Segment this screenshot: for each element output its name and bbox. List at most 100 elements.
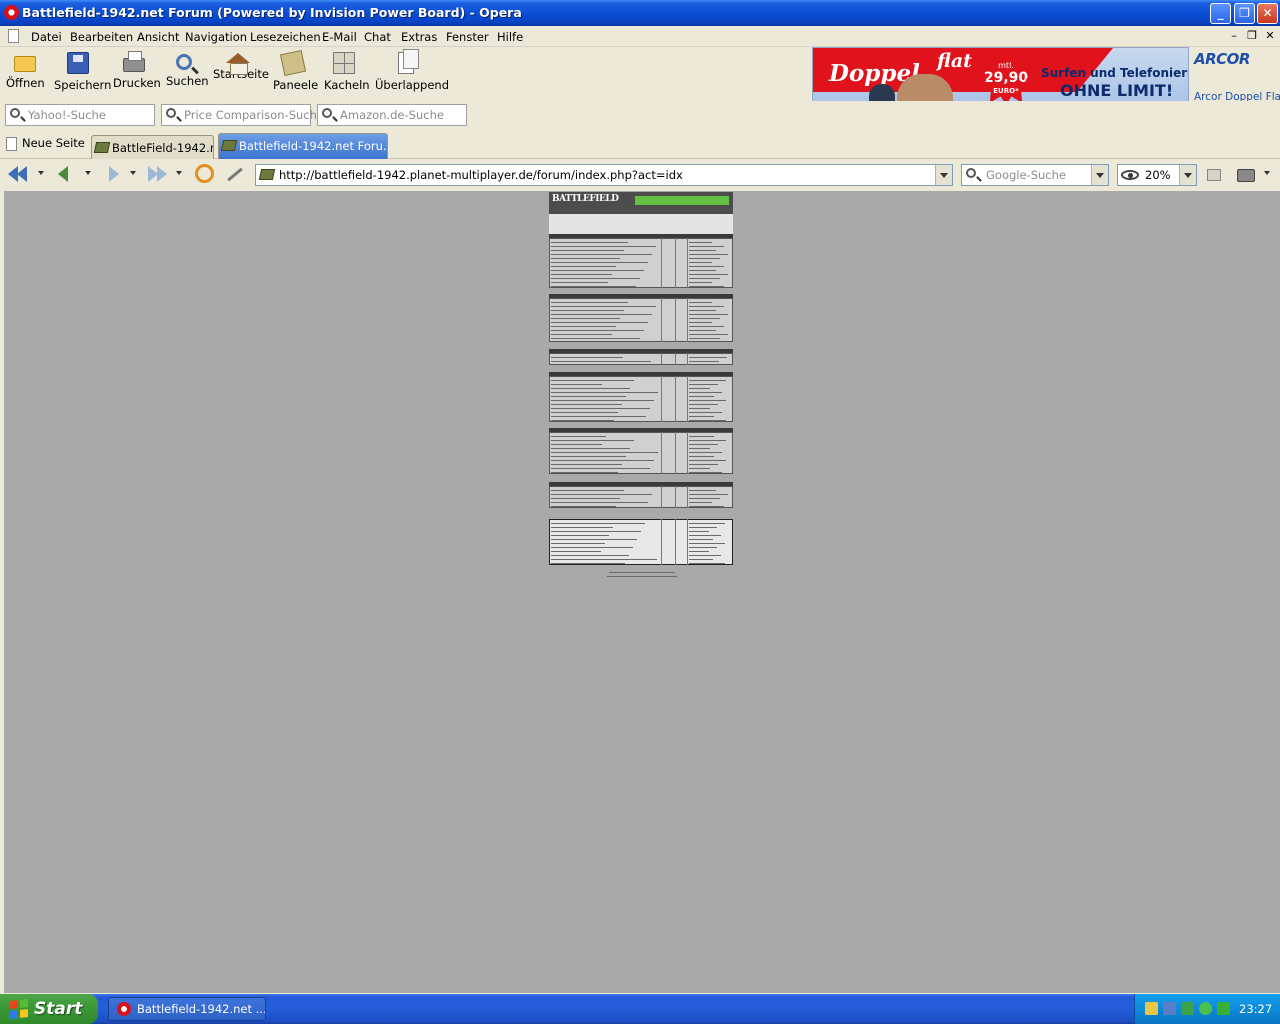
forum-lastpost-line (689, 448, 710, 449)
close-button[interactable]: ✕ (1257, 3, 1278, 24)
search-icon (966, 168, 976, 178)
tray-network-icon[interactable] (1145, 1002, 1158, 1015)
taskbar-clock: 23:27 (1239, 1002, 1273, 1016)
forum-row-line (551, 334, 612, 335)
address-url: http://battlefield-1942.planet-multiplay… (279, 168, 683, 182)
window-titlebar[interactable]: Battlefield-1942.net Forum (Powered by I… (0, 0, 1280, 26)
menu-email[interactable]: E-Mail (322, 30, 357, 44)
tray-messenger-icon[interactable] (1199, 1002, 1212, 1015)
system-tray: 23:27 (1134, 994, 1280, 1024)
forum-lastpost-line (689, 412, 722, 413)
tray-security-icon[interactable] (1181, 1002, 1194, 1015)
find-button[interactable]: Suchen (166, 50, 209, 96)
rewind-dropdown-icon[interactable] (38, 171, 44, 175)
save-button[interactable]: Speichern (54, 50, 111, 96)
forum-row-line (551, 270, 644, 271)
mdi-minimize-button[interactable]: – (1226, 29, 1242, 44)
address-input[interactable]: http://battlefield-1942.planet-multiplay… (255, 164, 953, 186)
forum-row-line (551, 448, 630, 449)
mdi-restore-button[interactable]: ❐ (1244, 29, 1260, 44)
zoom-value: 20% (1145, 168, 1171, 182)
forum-lastpost-line (689, 494, 728, 495)
forum-row-line (551, 543, 605, 544)
tray-display-icon[interactable] (1163, 1002, 1176, 1015)
forward-button[interactable] (103, 165, 125, 183)
forum-lastpost-line (689, 266, 724, 267)
forum-lastpost-line (689, 338, 720, 339)
fast-forward-dropdown-icon[interactable] (176, 171, 182, 175)
padlock-icon[interactable] (1207, 169, 1221, 181)
price-comparison-search-input[interactable]: Price Comparison-Suche (161, 104, 324, 126)
google-search-input[interactable]: Google-Suche (961, 164, 1109, 186)
zoom-dropdown[interactable] (1179, 165, 1196, 185)
back-dropdown-icon[interactable] (85, 171, 91, 175)
reload-button[interactable] (195, 164, 214, 183)
forward-dropdown-icon[interactable] (130, 171, 136, 175)
print-button[interactable]: Drucken (113, 50, 161, 96)
search-icon (10, 108, 20, 118)
menu-navigation[interactable]: Navigation (185, 30, 247, 44)
panels-button[interactable]: Paneele (273, 49, 318, 96)
fast-forward-icon-2 (157, 166, 167, 182)
forum-lastpost-line (689, 456, 714, 457)
menu-fenster[interactable]: Fenster (446, 30, 489, 44)
forum-row-line (551, 555, 629, 556)
forum-lastpost-line (689, 460, 726, 461)
menu-extras[interactable]: Extras (401, 30, 437, 44)
forum-lastpost-line (689, 396, 714, 397)
edit-page-button[interactable] (227, 167, 243, 182)
forum-lastpost-line (689, 262, 712, 263)
forum-column-divider (687, 353, 688, 365)
yahoo-search-input[interactable]: Yahoo!-Suche (5, 104, 155, 126)
forum-lastpost-line (689, 274, 728, 275)
camera-icon[interactable] (1237, 169, 1255, 182)
menu-chat[interactable]: Chat (364, 30, 391, 44)
forum-lastpost-line (689, 531, 709, 532)
arcor-logo[interactable]: ARCOR (1194, 50, 1250, 68)
menu-hilfe[interactable]: Hilfe (497, 30, 523, 44)
amazon-search-input[interactable]: Amazon.de-Suche (317, 104, 467, 126)
menu-ansicht[interactable]: Ansicht (137, 30, 179, 44)
menu-lesezeichen[interactable]: Lesezeichen (250, 30, 321, 44)
folder-icon (14, 56, 36, 72)
opera-app-icon[interactable] (4, 5, 19, 20)
forum-column-divider (675, 432, 676, 474)
start-label: Start (34, 999, 83, 1019)
forum-row-line (551, 388, 630, 389)
new-page-icon (6, 136, 17, 151)
page-viewport[interactable]: BATTLEFIELD (4, 191, 1280, 993)
page-menu-icon[interactable] (8, 29, 19, 43)
zoom-selector[interactable]: 20% (1117, 164, 1197, 186)
forum-lastpost-line (689, 357, 727, 358)
tray-mail-icon[interactable] (1217, 1002, 1230, 1015)
forum-row-line (551, 314, 652, 315)
forum-lastpost-line (689, 464, 718, 465)
cascade-button[interactable]: Überlappend (375, 49, 449, 96)
forum-row-line (551, 506, 616, 507)
mdi-close-button[interactable]: ✕ (1262, 29, 1278, 44)
window-title: Battlefield-1942.net Forum (Powered by I… (22, 5, 522, 20)
rewind-button[interactable] (8, 165, 30, 183)
back-button[interactable] (58, 165, 80, 183)
tab-label: BattleField-1942.net (112, 141, 213, 155)
forum-lastpost-line (689, 543, 725, 544)
camera-dropdown-icon[interactable] (1264, 171, 1270, 175)
open-button[interactable]: Öffnen (6, 50, 45, 96)
start-button[interactable]: Start (0, 994, 98, 1024)
fast-forward-button[interactable] (148, 165, 170, 183)
tile-button[interactable]: Kacheln (324, 50, 370, 96)
home-button[interactable]: Startseite (213, 50, 269, 96)
forum-section (549, 353, 733, 365)
menu-datei[interactable]: Datei (31, 30, 62, 44)
address-history-dropdown[interactable] (935, 165, 952, 185)
new-page-button[interactable]: Neue Seite (6, 136, 85, 151)
maximize-button[interactable]: ❐ (1234, 3, 1255, 24)
minimize-button[interactable]: _ (1210, 3, 1231, 24)
forum-row-line (551, 559, 657, 560)
taskbar-opera-window[interactable]: Battlefield-1942.net ... (108, 997, 266, 1021)
menu-bearbeiten[interactable]: Bearbeiten (70, 30, 133, 44)
tab-battlefield-1942[interactable]: BattleField-1942.net (91, 135, 214, 159)
tab-battlefield-forum[interactable]: Battlefield-1942.net Foru... (218, 133, 388, 159)
search-engine-dropdown[interactable] (1091, 165, 1108, 185)
arcor-ad-banner[interactable]: Doppel flat mtl. 29,90 EURO* Surfen und … (812, 47, 1189, 107)
